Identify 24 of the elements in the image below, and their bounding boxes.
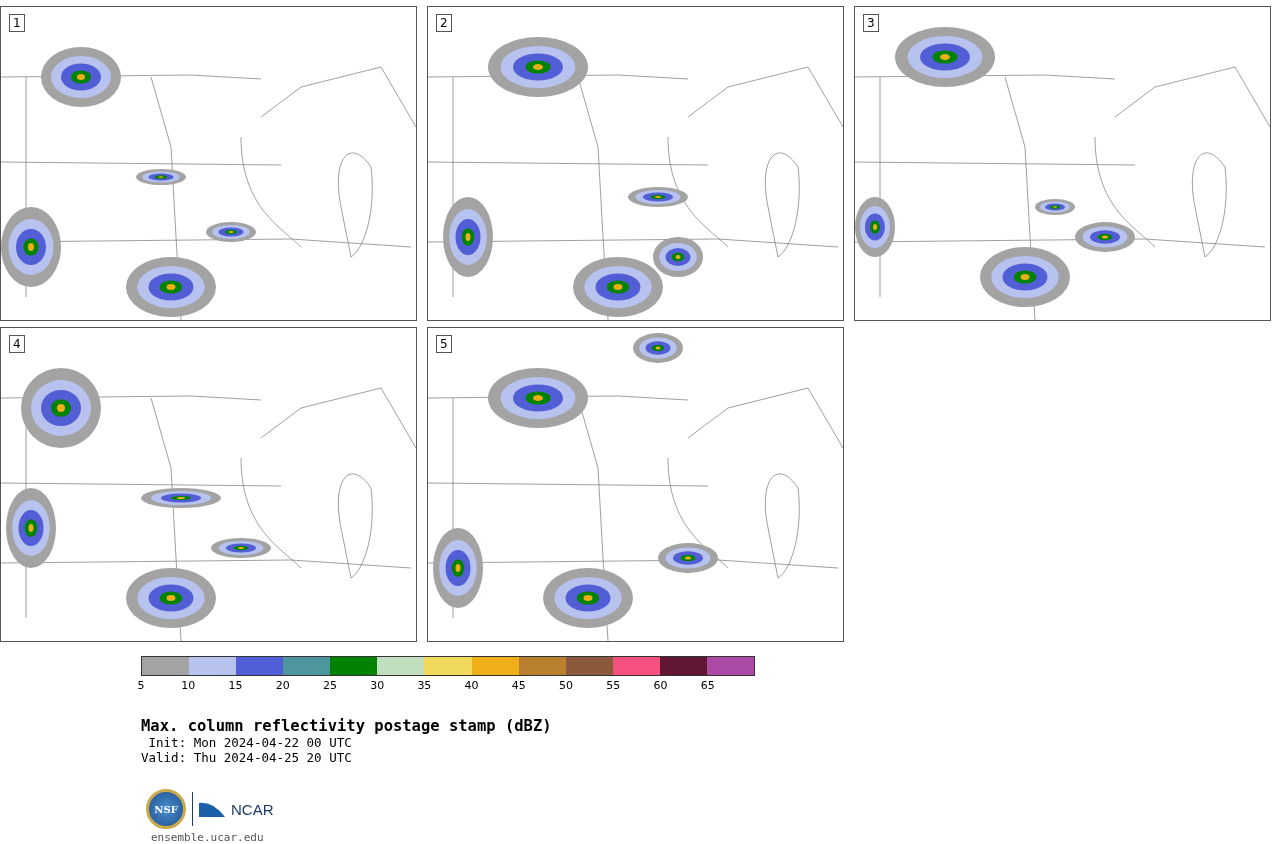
scale-tick-label: 5 [137, 679, 145, 692]
scale-tick-label: 60 [653, 679, 668, 692]
panel-number: 4 [9, 335, 25, 353]
init-time: Init: Mon 2024-04-22 00 UTC [147, 735, 353, 750]
scale-tick-label: 20 [275, 679, 290, 692]
panel-number: 1 [9, 14, 25, 32]
panel-number: 2 [436, 14, 452, 32]
scale-tick-label: 50 [559, 679, 574, 692]
scale-tick-label: 15 [228, 679, 243, 692]
scale-tick-label: 65 [700, 679, 715, 692]
valid-time: Valid: Thu 2024-04-25 20 UTC [141, 750, 353, 765]
website-url: ensemble.ucar.edu [151, 831, 265, 844]
scale-tick-label: 35 [417, 679, 432, 692]
scale-tick-label: 40 [464, 679, 479, 692]
scale-tick-label: 10 [181, 679, 196, 692]
ncar-logo-text: NCAR [231, 800, 274, 818]
scale-tick-label: 30 [370, 679, 385, 692]
chart-title: Max. column reflectivity postage stamp (dBZ) [141, 717, 553, 735]
scale-tick-label: 55 [606, 679, 621, 692]
nsf-logo: NSF [146, 789, 186, 829]
scale-tick-label: 45 [511, 679, 526, 692]
panel-number: 3 [863, 14, 879, 32]
scale-tick-label: 25 [322, 679, 337, 692]
panel-number: 5 [436, 335, 452, 353]
